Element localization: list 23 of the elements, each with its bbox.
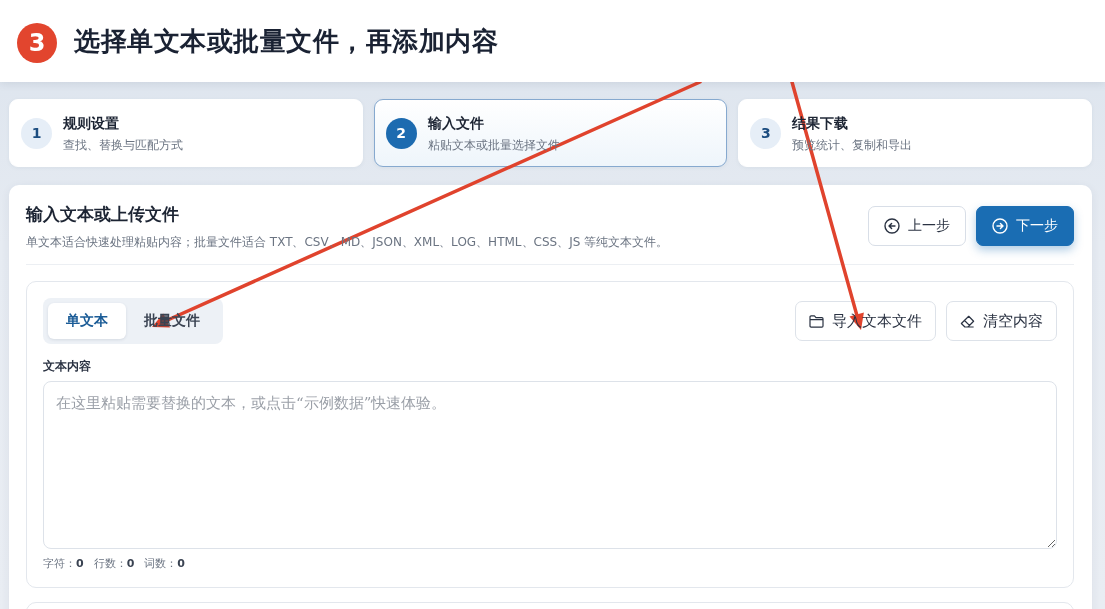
- panel-description: 单文本适合快速处理粘贴内容；批量文件适合 TXT、CSV、MD、JSON、XML、LOG、HTML、CSS、JS 等纯文本文件。: [26, 234, 669, 250]
- tutorial-step-number: 3: [17, 23, 57, 63]
- panel-title: 输入文本或上传文件: [26, 203, 180, 226]
- stat-text: 词数：0: [144, 557, 185, 571]
- step-number: 1: [21, 117, 52, 149]
- tutorial-title: 选择单文本或批量文件，再添加内容: [74, 24, 498, 58]
- stat-text: 字符：0: [43, 557, 84, 571]
- eraser-icon: [960, 314, 975, 328]
- step-title: 输入文件: [427, 113, 485, 132]
- next-step-button[interactable]: 下一步: [976, 206, 1074, 246]
- previous-step-button[interactable]: 上一步: [868, 206, 966, 246]
- clear-button[interactable]: 清空内容: [946, 301, 1057, 341]
- step-number: 3: [750, 117, 782, 149]
- circle-arrow-right-icon: [992, 218, 1008, 234]
- mode-tab[interactable]: 单文本: [48, 303, 126, 339]
- step-number: 2: [385, 117, 417, 149]
- field-label: 文本内容: [43, 358, 92, 374]
- step-subtitle: 查找、替换与匹配方式: [63, 137, 183, 153]
- step-title: 规则设置: [63, 113, 120, 132]
- text-input-field[interactable]: 在这里粘贴需要替换的文本，或点击“示例数据”快速体验。: [43, 381, 1057, 549]
- stat-text: 行数：0: [93, 557, 135, 571]
- folder-icon: [809, 314, 824, 328]
- circle-arrow-left-icon: [884, 218, 900, 234]
